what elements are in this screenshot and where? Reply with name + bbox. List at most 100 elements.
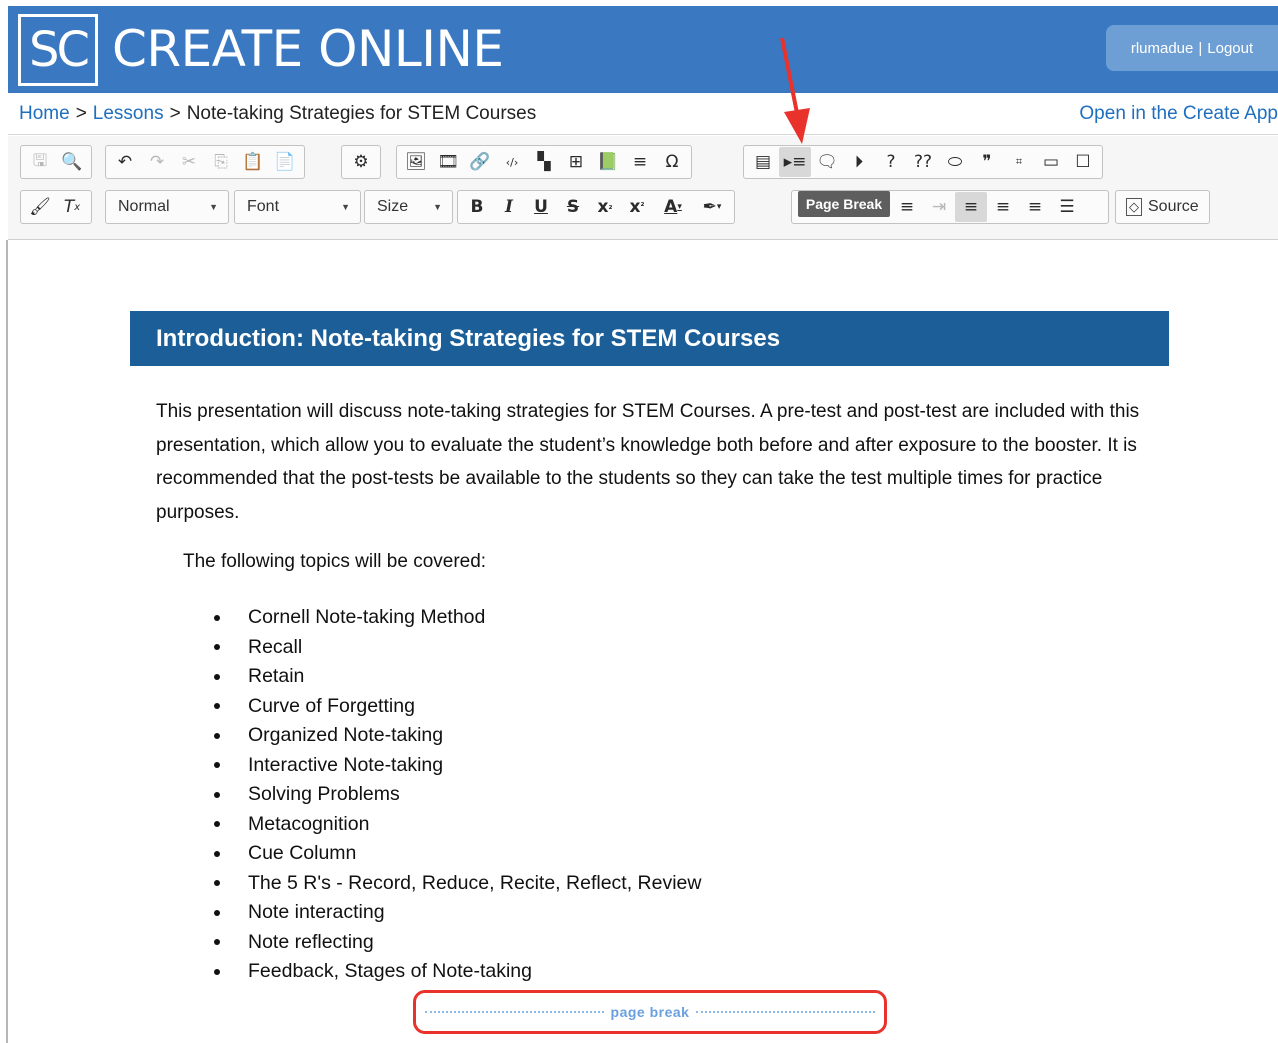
tag-icon[interactable]: ⬭ bbox=[939, 147, 971, 177]
strikethrough-icon[interactable]: S bbox=[557, 192, 589, 222]
source-label: Source bbox=[1148, 198, 1199, 215]
align-left-icon[interactable]: ≡ bbox=[955, 192, 987, 222]
copy-icon[interactable]: ⎘ bbox=[205, 147, 237, 177]
username-link[interactable]: rlumadue bbox=[1131, 40, 1194, 57]
subscript-icon[interactable]: x₂ bbox=[589, 192, 621, 222]
page-break-marker[interactable]: page break bbox=[425, 1003, 875, 1021]
breadcrumb-lessons[interactable]: Lessons bbox=[93, 103, 164, 125]
paste-icon[interactable]: 📋 bbox=[237, 147, 269, 177]
maximize-icon[interactable]: ☐ bbox=[1067, 147, 1099, 177]
align-center-icon[interactable]: ≡ bbox=[987, 192, 1019, 222]
bullet-icon bbox=[214, 762, 220, 769]
brand-title: CREATE ONLINE bbox=[112, 20, 504, 78]
page-break-icon[interactable]: ▸≡ bbox=[779, 147, 811, 177]
highlight-color-icon[interactable]: ✒ ▾ bbox=[693, 192, 731, 222]
toolbar-group-settings: ⚙ bbox=[341, 145, 381, 179]
topic-text: Metacognition bbox=[248, 812, 370, 835]
chevron-down-icon: ▼ bbox=[433, 202, 442, 212]
save-icon[interactable]: 🖫 bbox=[24, 147, 56, 177]
topics-intro: The following topics will be covered: bbox=[183, 551, 487, 572]
topic-text: Note interacting bbox=[248, 901, 385, 924]
topic-list-item: Cornell Note-taking Method bbox=[210, 603, 701, 633]
editor-left-border bbox=[6, 240, 8, 1043]
app-header: SC CREATE ONLINE rlumadue | Logout bbox=[8, 6, 1278, 93]
source-button[interactable]: ◇ Source bbox=[1115, 190, 1210, 224]
underline-icon[interactable]: U bbox=[525, 192, 557, 222]
topic-text: Cornell Note-taking Method bbox=[248, 606, 486, 629]
size-value: Size bbox=[377, 198, 409, 215]
breadcrumb-separator: > bbox=[169, 102, 181, 124]
horizontal-line-icon[interactable]: ≡ bbox=[624, 147, 656, 177]
topic-list-item: Note interacting bbox=[210, 898, 701, 928]
show-blocks-icon[interactable]: ▭ bbox=[1035, 147, 1067, 177]
blockquote-indent-icon[interactable]: ⇥ bbox=[923, 192, 955, 222]
justify-icon[interactable]: ☰ bbox=[1051, 192, 1083, 222]
open-in-create-app-link[interactable]: Open in the Create App bbox=[1079, 103, 1278, 125]
play-icon[interactable]: ⏵ bbox=[843, 147, 875, 177]
redo-icon[interactable]: ↷ bbox=[141, 147, 173, 177]
italic-icon[interactable]: I bbox=[493, 192, 525, 222]
undo-icon[interactable]: ↶ bbox=[109, 147, 141, 177]
page-break-line bbox=[696, 1011, 875, 1013]
chevron-down-icon: ▼ bbox=[341, 202, 350, 212]
bullet-icon bbox=[214, 850, 220, 857]
format-dropdown[interactable]: Normal ▼ bbox=[105, 190, 229, 224]
special-char-icon[interactable]: Ω bbox=[656, 147, 688, 177]
size-dropdown[interactable]: Size ▼ bbox=[364, 190, 453, 224]
preview-icon[interactable]: 🔍 bbox=[56, 147, 88, 177]
source-code-icon: ◇ bbox=[1126, 198, 1142, 216]
topic-list-item: The 5 R's - Record, Reduce, Recite, Refl… bbox=[210, 869, 701, 899]
align-right-icon[interactable]: ≡ bbox=[1019, 192, 1051, 222]
paste-text-icon[interactable]: 📄 bbox=[269, 147, 301, 177]
bullet-icon bbox=[214, 939, 220, 946]
font-dropdown[interactable]: Font ▼ bbox=[234, 190, 361, 224]
superscript-icon[interactable]: x² bbox=[621, 192, 653, 222]
logout-link[interactable]: Logout bbox=[1207, 40, 1253, 57]
bullet-icon bbox=[214, 673, 220, 680]
bullet-icon bbox=[214, 703, 220, 710]
editor-page: SC CREATE ONLINE rlumadue | Logout Home … bbox=[0, 0, 1278, 1043]
topic-list-item: Note reflecting bbox=[210, 928, 701, 958]
breadcrumb: Home > Lessons > Note-taking Strategies … bbox=[8, 93, 1278, 135]
double-question-icon[interactable]: ?? bbox=[907, 147, 939, 177]
font-value: Font bbox=[247, 198, 280, 215]
remove-format-icon[interactable]: Tx bbox=[56, 192, 88, 222]
bullet-icon bbox=[214, 791, 220, 798]
paint-format-icon[interactable]: 🖌 bbox=[24, 192, 56, 222]
topic-text: Recall bbox=[248, 635, 303, 658]
cut-icon[interactable]: ✂ bbox=[173, 147, 205, 177]
div-icon[interactable]: ⌗ bbox=[1003, 147, 1035, 177]
question-icon[interactable]: ? bbox=[875, 147, 907, 177]
quote-icon[interactable]: ❞ bbox=[971, 147, 1003, 177]
media-icon[interactable]: 🎞 bbox=[432, 147, 464, 177]
link-icon[interactable]: 🔗 bbox=[464, 147, 496, 177]
comment-icon[interactable]: 🗨 bbox=[811, 147, 843, 177]
settings-gear-icon[interactable]: ⚙ bbox=[345, 147, 377, 177]
toolbar-group-text-style: B I U S x₂ x² A ▾ ✒ ▾ bbox=[457, 190, 735, 224]
table-icon[interactable]: ⊞ bbox=[560, 147, 592, 177]
topic-list-item: Organized Note-taking bbox=[210, 721, 701, 751]
chevron-down-icon: ▼ bbox=[209, 202, 218, 212]
indent-icon[interactable]: ≡ bbox=[891, 192, 923, 222]
topics-list: Cornell Note-taking Method Recall Retain Cu… bbox=[210, 603, 701, 987]
topic-list-item: Retain bbox=[210, 662, 701, 692]
topic-text: Cue Column bbox=[248, 842, 357, 865]
topic-text: Curve of Forgetting bbox=[248, 694, 415, 717]
code-icon[interactable]: ‹/› bbox=[496, 147, 528, 177]
topic-list-item: Metacognition bbox=[210, 810, 701, 840]
breadcrumb-separator: > bbox=[75, 102, 87, 124]
text-color-icon[interactable]: A ▾ bbox=[653, 192, 693, 222]
topic-text: Interactive Note-taking bbox=[248, 753, 444, 776]
template-icon[interactable]: ▤ bbox=[747, 147, 779, 177]
breadcrumb-home[interactable]: Home bbox=[19, 103, 70, 125]
image-icon[interactable]: 🖼 bbox=[400, 147, 432, 177]
toolbar-group-blocks: ▤ ▸≡ 🗨 ⏵??? ⬭ ❞ ⌗ ▭ ☐ bbox=[743, 145, 1103, 179]
glossary-book-icon[interactable]: 📗 bbox=[592, 147, 624, 177]
toolbar-group-clipboard: ↶ ↷ ✂ ⎘ 📋 📄 bbox=[105, 145, 305, 179]
page-break-tooltip: Page Break bbox=[798, 191, 890, 217]
bold-icon[interactable]: B bbox=[461, 192, 493, 222]
bullet-icon bbox=[214, 880, 220, 887]
widget-icon[interactable]: ▚ bbox=[528, 147, 560, 177]
sc-logo[interactable]: SC bbox=[18, 14, 98, 86]
topic-text: Solving Problems bbox=[248, 783, 400, 806]
